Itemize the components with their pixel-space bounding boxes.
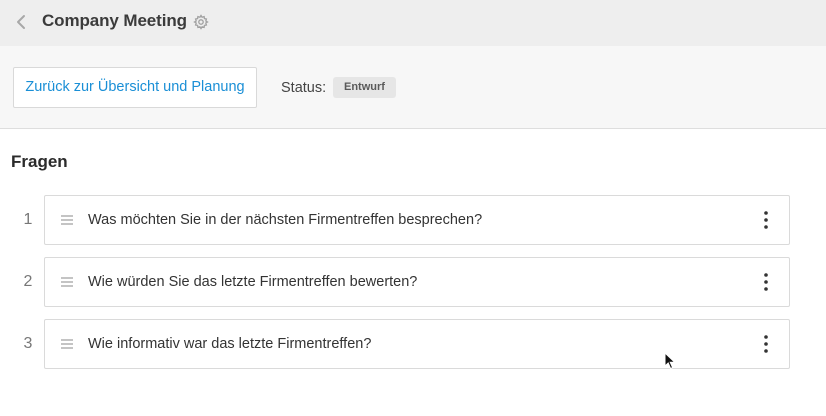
mouse-cursor-icon	[664, 352, 676, 370]
question-number: 1	[23, 211, 33, 228]
action-bar: Zurück zur Übersicht und Planung Status:…	[0, 46, 826, 129]
more-options-icon[interactable]	[757, 209, 775, 231]
question-text: Wie informativ war das letzte Firmentref…	[88, 336, 372, 352]
question-number: 2	[23, 273, 33, 290]
back-to-overview-button[interactable]: Zurück zur Übersicht und Planung	[13, 67, 257, 108]
question-text: Wie würden Sie das letzte Firmentreffen …	[88, 274, 418, 290]
drag-handle-icon[interactable]	[60, 276, 74, 288]
drag-handle-icon[interactable]	[60, 338, 74, 350]
drag-handle-icon[interactable]	[60, 214, 74, 226]
question-row: 1 Was möchten Sie in der nächsten Firmen…	[0, 195, 826, 245]
question-card[interactable]: Wie würden Sie das letzte Firmentreffen …	[44, 257, 790, 307]
question-card[interactable]: Wie informativ war das letzte Firmentref…	[44, 319, 790, 369]
status-label: Status:	[281, 80, 327, 96]
chevron-left-icon[interactable]	[14, 13, 30, 31]
question-card[interactable]: Was möchten Sie in der nächsten Firmentr…	[44, 195, 790, 245]
gear-icon[interactable]	[193, 14, 209, 30]
more-options-icon[interactable]	[757, 271, 775, 293]
question-row: 3 Wie informativ war das letzte Firmentr…	[0, 319, 826, 369]
question-row: 2 Wie würden Sie das letzte Firmentreffe…	[0, 257, 826, 307]
status-badge: Entwurf	[333, 77, 396, 98]
question-text: Was möchten Sie in der nächsten Firmentr…	[88, 212, 483, 228]
question-number: 3	[23, 335, 33, 352]
section-title: Fragen	[11, 152, 68, 171]
page-title: Company Meeting	[42, 11, 187, 30]
header-bar: Company Meeting	[0, 0, 826, 46]
more-options-icon[interactable]	[757, 333, 775, 355]
